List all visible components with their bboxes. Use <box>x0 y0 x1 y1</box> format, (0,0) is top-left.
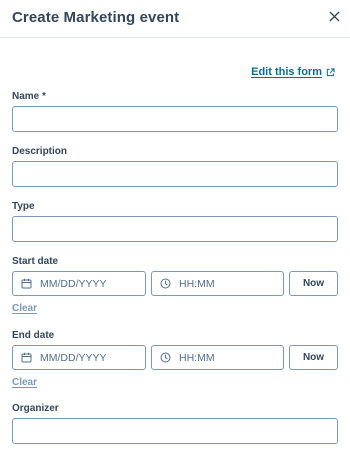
edit-form-link[interactable]: Edit this form <box>251 66 335 78</box>
edit-form-link-label: Edit this form <box>251 66 322 78</box>
external-link-icon <box>326 67 335 77</box>
clock-icon <box>160 278 171 289</box>
panel-header: Create Marketing event <box>0 0 350 38</box>
type-label: Type <box>12 201 35 212</box>
description-label: Description <box>12 146 68 157</box>
close-icon <box>329 9 340 27</box>
start-date-label: Start date <box>12 256 59 267</box>
description-input[interactable] <box>12 161 338 187</box>
end-date-placeholder: MM/DD/YYYY <box>40 351 107 364</box>
start-date-clear-link[interactable]: Clear <box>12 303 37 314</box>
organizer-label: Organizer <box>12 403 59 414</box>
start-time-placeholder: HH:MM <box>179 277 215 290</box>
calendar-icon <box>21 352 32 363</box>
end-now-button[interactable]: Now <box>289 345 338 370</box>
panel-title: Create Marketing event <box>12 9 180 26</box>
end-time-input[interactable]: HH:MM <box>151 345 284 370</box>
close-button[interactable] <box>324 8 344 28</box>
calendar-icon <box>21 278 32 289</box>
type-select[interactable] <box>12 216 338 242</box>
end-date-input[interactable]: MM/DD/YYYY <box>12 345 146 370</box>
end-date-label: End date <box>12 330 55 341</box>
end-time-placeholder: HH:MM <box>179 351 215 364</box>
start-date-input[interactable]: MM/DD/YYYY <box>12 271 146 296</box>
create-marketing-event-panel: Create Marketing event Edit this form Na… <box>0 0 350 456</box>
clock-icon <box>160 352 171 363</box>
organizer-input[interactable] <box>12 418 338 444</box>
end-date-clear-link[interactable]: Clear <box>12 377 37 388</box>
start-now-button[interactable]: Now <box>289 271 338 296</box>
name-label: Name * <box>12 91 46 102</box>
start-date-placeholder: MM/DD/YYYY <box>40 277 107 290</box>
name-input[interactable] <box>12 106 338 132</box>
start-time-input[interactable]: HH:MM <box>151 271 284 296</box>
